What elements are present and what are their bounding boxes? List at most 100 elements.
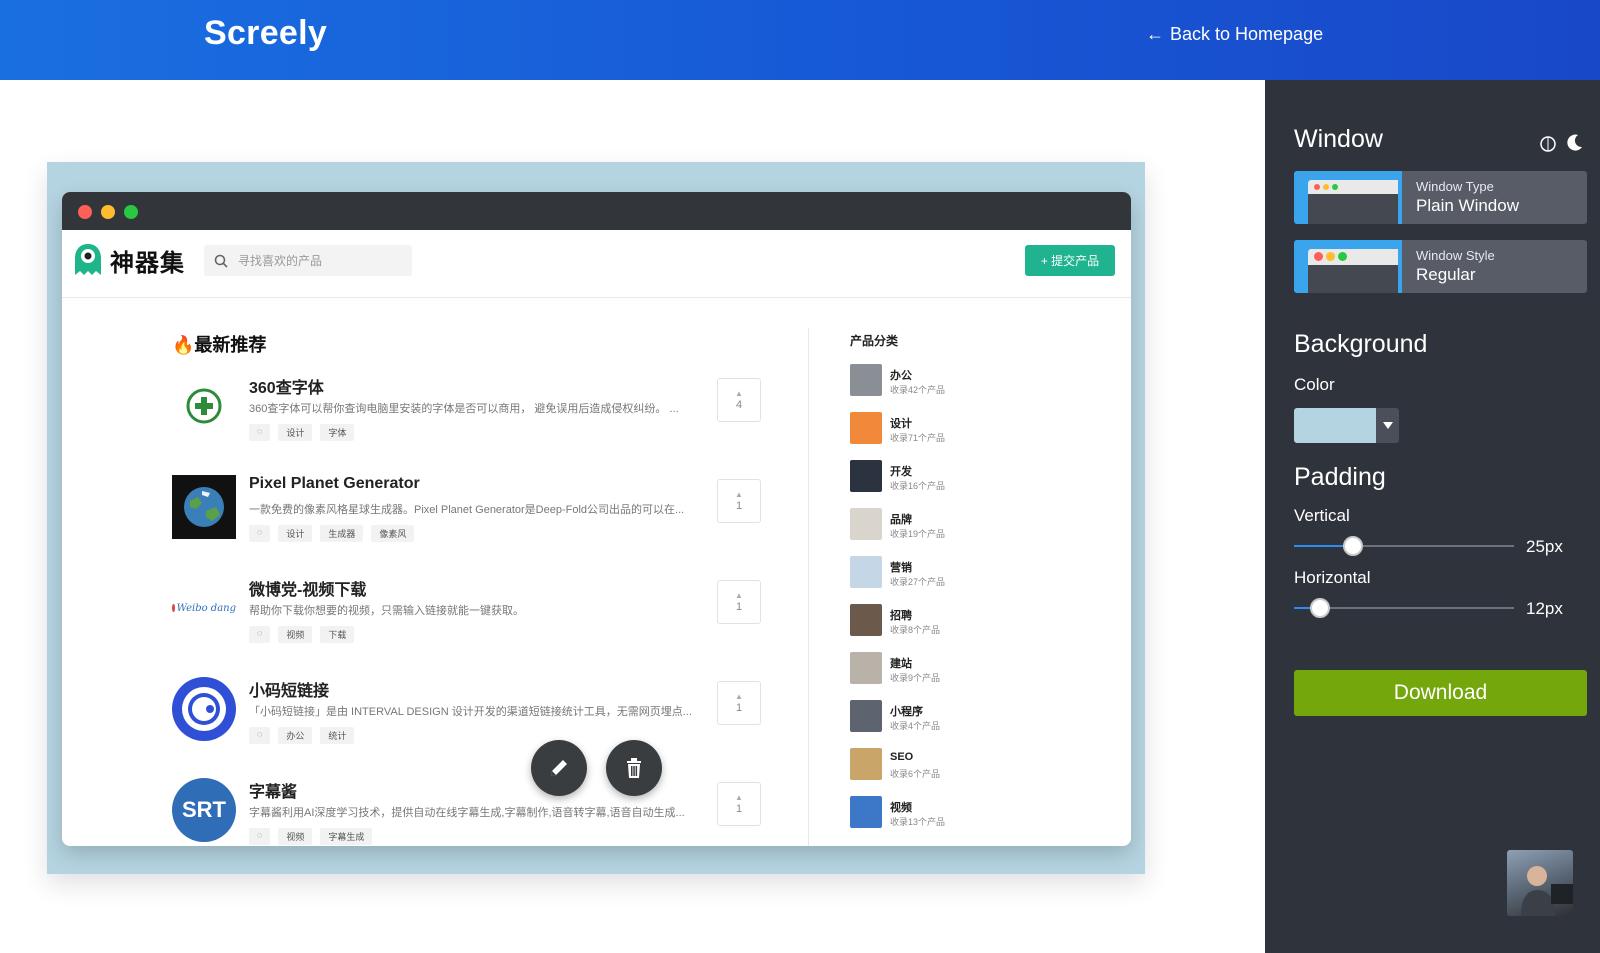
close-dot-icon (78, 205, 92, 219)
window-type-select[interactable]: Window Type Plain Window (1294, 171, 1587, 224)
item-description: 一款免费的像素风格星球生成器。Pixel Planet Generator是De… (249, 504, 685, 516)
srt-logo-text: SRT (182, 797, 226, 822)
tag: 字体 (320, 424, 355, 441)
person-photo-icon (1521, 866, 1573, 916)
category-thumb (850, 796, 882, 828)
settings-panel: Window Window Type Plain Window Window S… (1265, 80, 1600, 953)
upvote-button: ▲ 1 (717, 580, 761, 624)
category-thumb (850, 700, 882, 732)
category-count: 收录19个产品 (890, 529, 946, 539)
mascot-logo-icon (75, 244, 101, 275)
browser-window: 神器集 寻找喜欢的产品 + 提交产品 🔥最新推荐 360查字体 360查字体可以… (62, 192, 1131, 846)
window-style-thumb (1294, 240, 1402, 293)
upvote-button: ▲ 4 (717, 378, 761, 422)
category-name: 开发 (890, 466, 912, 478)
vertical-padding-value: 25px (1526, 537, 1563, 556)
planet-logo-icon (172, 475, 236, 539)
category-count: 收录4个产品 (890, 721, 941, 731)
padding-heading: Padding (1294, 463, 1386, 491)
category-thumb (850, 748, 882, 780)
color-label: Color (1294, 375, 1335, 394)
download-button[interactable]: Download (1294, 670, 1587, 716)
category-count: 收录42个产品 (890, 385, 946, 395)
window-type-label: Window Type (1416, 179, 1494, 194)
tag: 视频 (278, 828, 313, 845)
category-item: 营销 收录27个产品 (850, 556, 1050, 590)
caret-up-icon: ▲ (735, 692, 743, 701)
top-bar: Screely ← Back to Homepage (0, 0, 1600, 80)
site-search-input: 寻找喜欢的产品 (204, 245, 412, 276)
srt-logo: SRT (172, 778, 236, 842)
category-count: 收录13个产品 (890, 817, 946, 827)
horizontal-padding-slider[interactable] (1294, 598, 1514, 618)
vote-count: 1 (735, 601, 743, 613)
tag: 像素风 (371, 525, 415, 542)
item-description: 帮助你下载你想要的视频，只需输入链接就能一键获取。 (249, 605, 524, 617)
dark-theme-moon-icon[interactable] (1564, 133, 1584, 153)
upvote-button: ▲ 1 (717, 681, 761, 725)
item-tags: ◌ 办公 统计 (249, 727, 355, 744)
vertical-padding-slider[interactable] (1294, 536, 1514, 556)
vote-count: 1 (735, 803, 743, 815)
category-count: 收录9个产品 (890, 673, 941, 683)
category-name: SEO (890, 751, 914, 763)
item-name: Pixel Planet Generator (249, 475, 420, 492)
feed-item: SRT 字幕酱 字幕酱利用AI深度学习技术，提供自动在线字幕生成,字幕制作,语音… (172, 778, 772, 846)
comment-icon: ◌ (249, 626, 271, 643)
feed-title: 🔥最新推荐 (172, 335, 267, 355)
vote-count: 1 (735, 702, 743, 714)
dot-icon (1323, 184, 1329, 190)
delete-button[interactable] (606, 740, 662, 796)
site-logo: 神器集 (70, 242, 185, 278)
comment-icon: ◌ (249, 424, 271, 441)
category-name: 招聘 (890, 610, 912, 622)
dropdown-caret-icon (1376, 408, 1399, 443)
edit-button[interactable] (531, 740, 587, 796)
horizontal-label: Horizontal (1294, 568, 1371, 587)
categories-title: 产品分类 (850, 334, 899, 348)
comment-icon: ◌ (249, 828, 271, 845)
category-name: 品牌 (890, 514, 912, 526)
vote-count: 1 (735, 500, 743, 512)
item-description: 字幕酱利用AI深度学习技术，提供自动在线字幕生成,字幕制作,语音转字幕,语音自动… (249, 807, 685, 819)
window-style-select[interactable]: Window Style Regular (1294, 240, 1587, 293)
dot-icon (1332, 184, 1338, 190)
tag: 生成器 (320, 525, 364, 542)
background-color-picker[interactable] (1294, 408, 1399, 443)
tag: 统计 (320, 727, 355, 744)
font-plus-logo-icon (172, 374, 236, 438)
window-type-value: Plain Window (1416, 196, 1519, 215)
item-tags: ◌ 设计 生成器 像素风 (249, 525, 415, 542)
caret-up-icon: ▲ (735, 793, 743, 802)
submit-product-button: + 提交产品 (1025, 245, 1115, 276)
pencil-icon (551, 760, 567, 776)
brand-logo[interactable]: Screely (204, 14, 327, 53)
category-thumb (850, 556, 882, 588)
caret-up-icon: ▲ (735, 389, 743, 398)
category-item: 开发 收录16个产品 (850, 460, 1050, 494)
user-avatar[interactable] (1507, 850, 1573, 916)
feed-item: Pixel Planet Generator 一款免费的像素风格星球生成器。Pi… (172, 475, 772, 555)
background-heading: Background (1294, 330, 1428, 358)
category-name: 办公 (890, 370, 912, 382)
slider-knob[interactable] (1343, 536, 1363, 556)
back-to-homepage-link[interactable]: ← Back to Homepage (1146, 24, 1323, 45)
category-name: 建站 (890, 658, 912, 670)
vote-count: 4 (735, 399, 743, 411)
back-link-label: Back to Homepage (1170, 24, 1324, 44)
comment-icon: ◌ (249, 525, 271, 542)
window-style-label: Window Style (1416, 248, 1495, 263)
trash-icon (627, 758, 641, 778)
window-type-thumb (1294, 171, 1402, 224)
search-icon (214, 254, 228, 268)
screenshot-preview-canvas: 神器集 寻找喜欢的产品 + 提交产品 🔥最新推荐 360查字体 360查字体可以… (47, 162, 1145, 874)
site-header: 神器集 寻找喜欢的产品 + 提交产品 (62, 230, 1131, 298)
category-item: 设计 收录71个产品 (850, 412, 1050, 446)
weibo-dang-logo-text: Weibo dang (176, 602, 236, 614)
category-thumb (850, 412, 882, 444)
light-theme-icon[interactable] (1539, 135, 1557, 153)
leaf-icon (172, 604, 175, 612)
caret-up-icon: ▲ (735, 591, 743, 600)
slider-knob[interactable] (1310, 598, 1330, 618)
horizontal-padding-value: 12px (1526, 599, 1563, 618)
